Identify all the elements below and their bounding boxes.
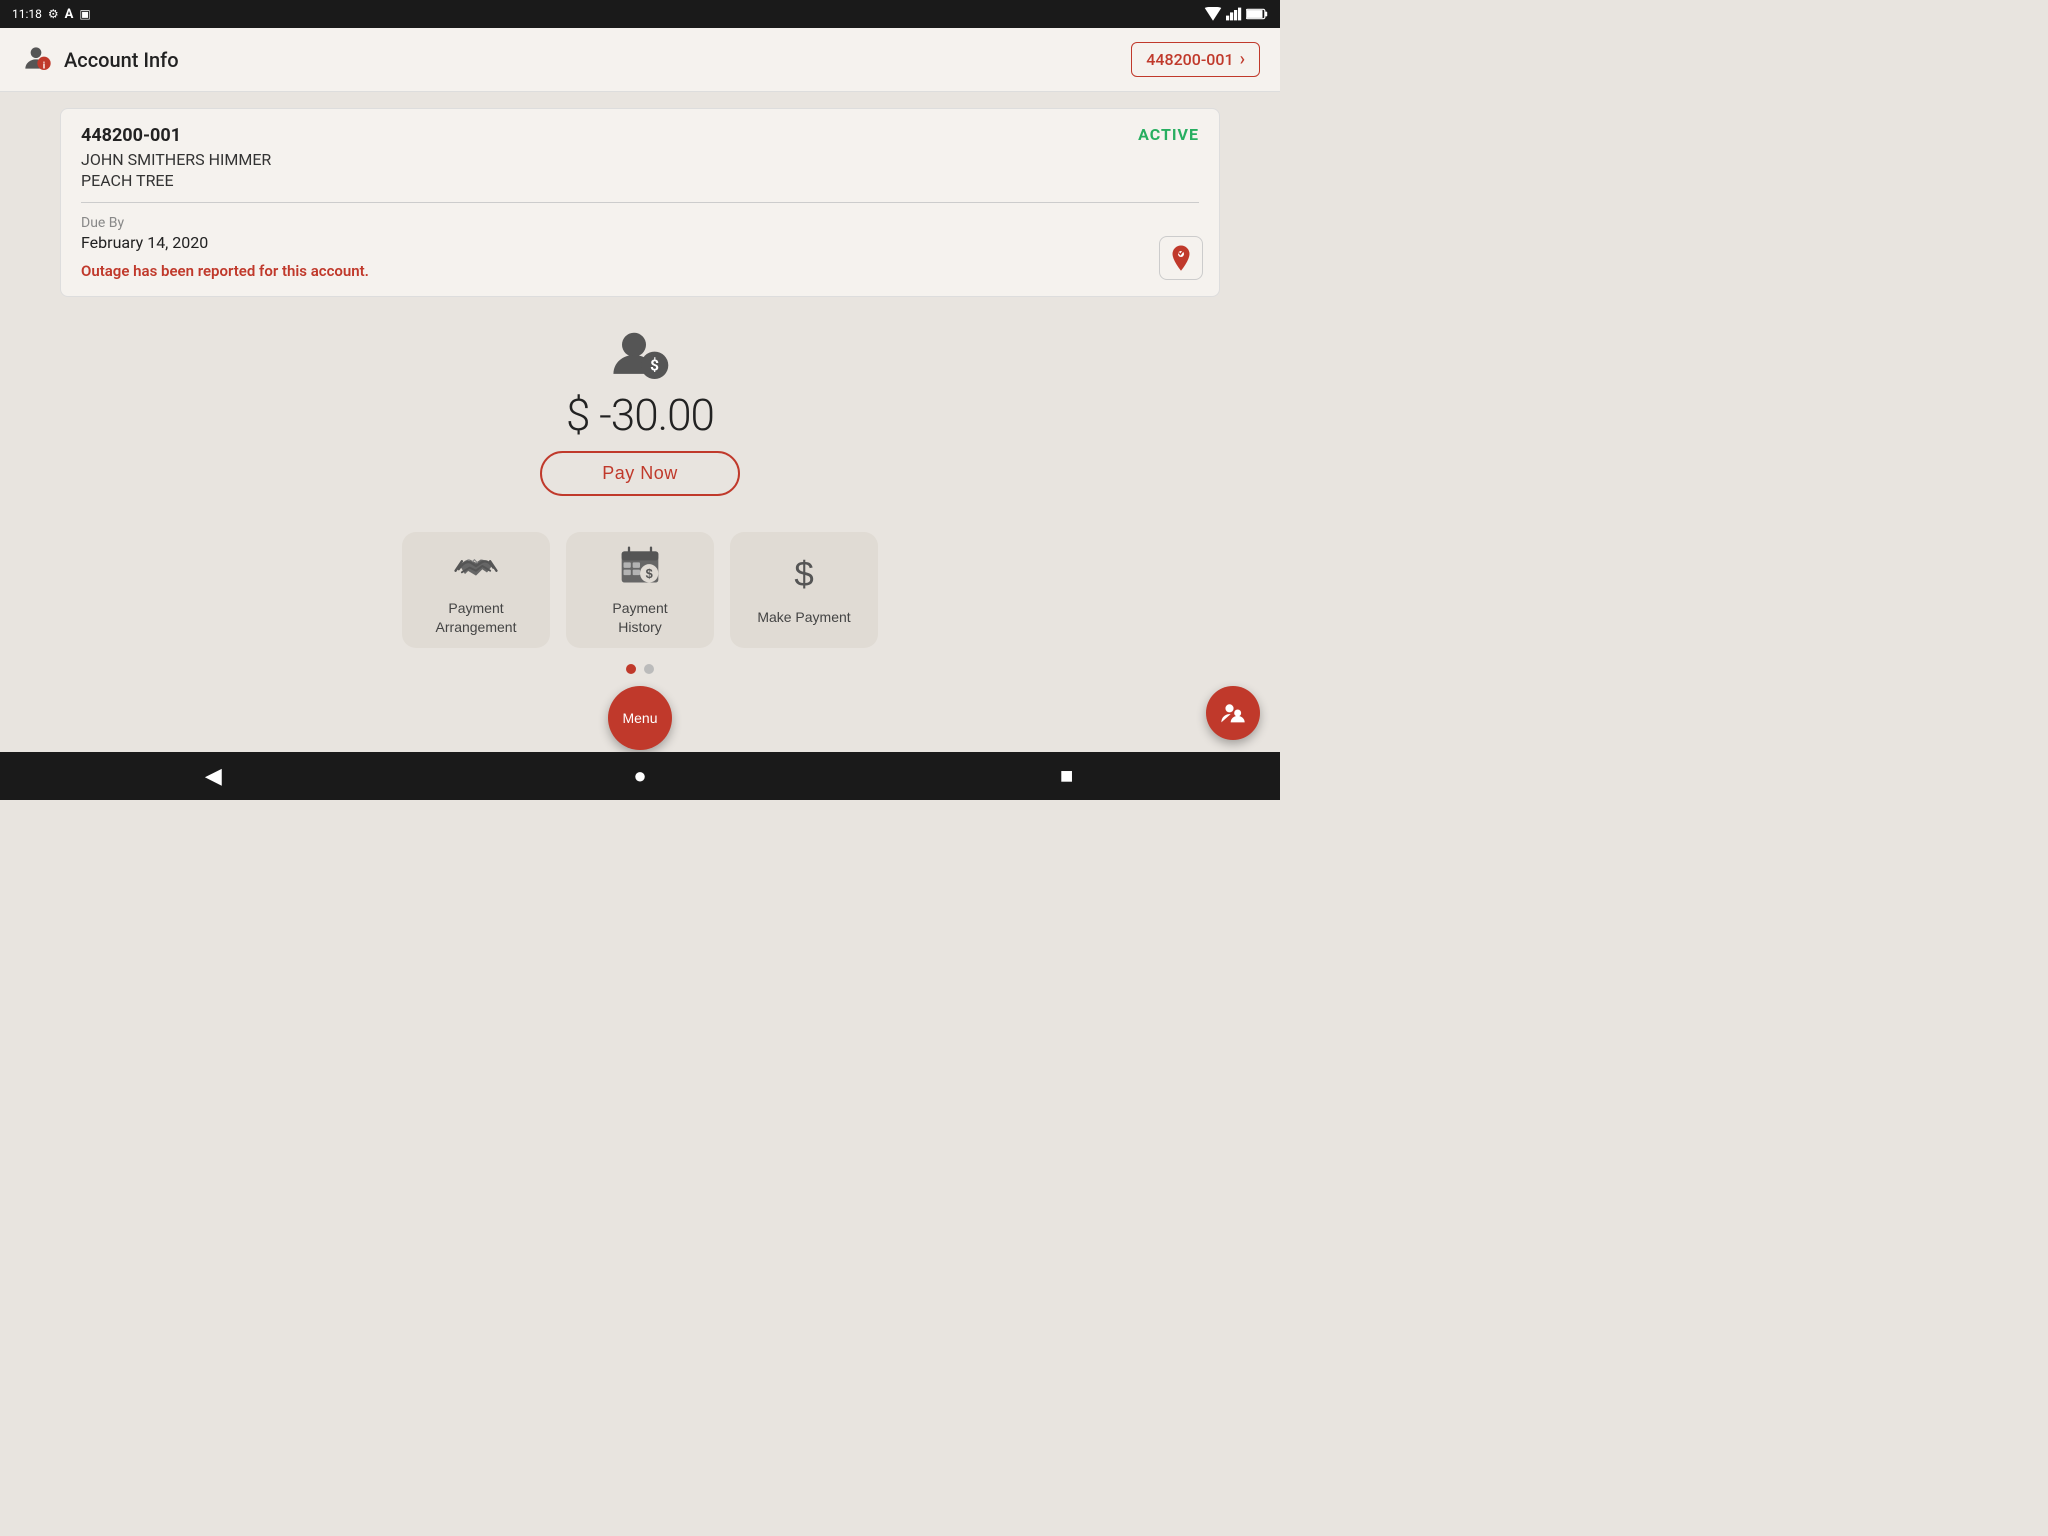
menu-button[interactable]: Menu: [608, 686, 672, 750]
bottom-nav: ◀ ● ■: [0, 752, 1280, 800]
settings-icon: ⚙: [48, 7, 59, 21]
balance-person-icon: $: [610, 329, 670, 385]
actions-row: PaymentArrangement $ PaymentHistory: [402, 532, 878, 648]
sim-icon: ▣: [79, 7, 90, 21]
account-location: PEACH TREE: [81, 171, 1199, 190]
time-display: 11:18: [12, 7, 42, 21]
battery-icon: [1246, 8, 1268, 20]
svg-text:$: $: [794, 555, 813, 594]
home-button[interactable]: ●: [610, 756, 670, 796]
balance-section: $ $ -30.00 Pay Now: [540, 329, 740, 496]
svg-text:$: $: [650, 356, 659, 374]
calendar-dollar-icon: $: [618, 544, 662, 591]
card-divider: [81, 202, 1199, 203]
status-right: [1204, 7, 1268, 21]
pagination-dot-1: [626, 664, 636, 674]
a-icon: A: [65, 7, 74, 22]
signal-icon: [1226, 7, 1242, 21]
pagination-dot-2: [644, 664, 654, 674]
outage-map-icon[interactable]: [1159, 236, 1203, 280]
pagination-dots: [626, 664, 654, 674]
due-by-label: Due By: [81, 215, 1199, 231]
dollar-sign-icon: $: [782, 553, 826, 600]
balance-amount: $ -30.00: [566, 389, 714, 441]
make-payment-label: Make Payment: [757, 608, 850, 626]
account-card: 448200-001 ACTIVE JOHN SMITHERS HIMMER P…: [60, 108, 1220, 297]
contact-fab[interactable]: [1206, 686, 1260, 740]
header-left: i Account Info: [20, 42, 179, 78]
svg-text:i: i: [43, 60, 45, 71]
outage-notice: Outage has been reported for this accoun…: [81, 262, 1199, 280]
account-number: 448200-001: [81, 125, 1199, 146]
payment-arrangement-label: PaymentArrangement: [436, 599, 517, 635]
payment-arrangement-button[interactable]: PaymentArrangement: [402, 532, 550, 648]
header: i Account Info 448200-001 ›: [0, 28, 1280, 92]
recents-button[interactable]: ■: [1037, 756, 1097, 796]
chevron-right-icon: ›: [1240, 49, 1245, 70]
wifi-icon: [1204, 7, 1222, 21]
account-badge[interactable]: 448200-001 ›: [1131, 42, 1260, 77]
due-date: February 14, 2020: [81, 233, 1199, 252]
account-name: JOHN SMITHERS HIMMER: [81, 150, 1199, 169]
account-person-icon: i: [20, 42, 52, 78]
handshake-icon: [454, 544, 498, 591]
status-left: 11:18 ⚙ A ▣: [12, 7, 91, 22]
back-button[interactable]: ◀: [183, 756, 243, 796]
make-payment-button[interactable]: $ Make Payment: [730, 532, 878, 648]
pay-now-button[interactable]: Pay Now: [540, 451, 740, 496]
payment-history-label: PaymentHistory: [612, 599, 667, 635]
main-content: 448200-001 ACTIVE JOHN SMITHERS HIMMER P…: [0, 92, 1280, 766]
account-badge-number: 448200-001: [1146, 50, 1233, 69]
svg-text:$: $: [646, 566, 653, 581]
status-bar: 11:18 ⚙ A ▣: [0, 0, 1280, 28]
payment-history-button[interactable]: $ PaymentHistory: [566, 532, 714, 648]
page-title: Account Info: [64, 48, 179, 72]
account-status: ACTIVE: [1138, 125, 1199, 144]
